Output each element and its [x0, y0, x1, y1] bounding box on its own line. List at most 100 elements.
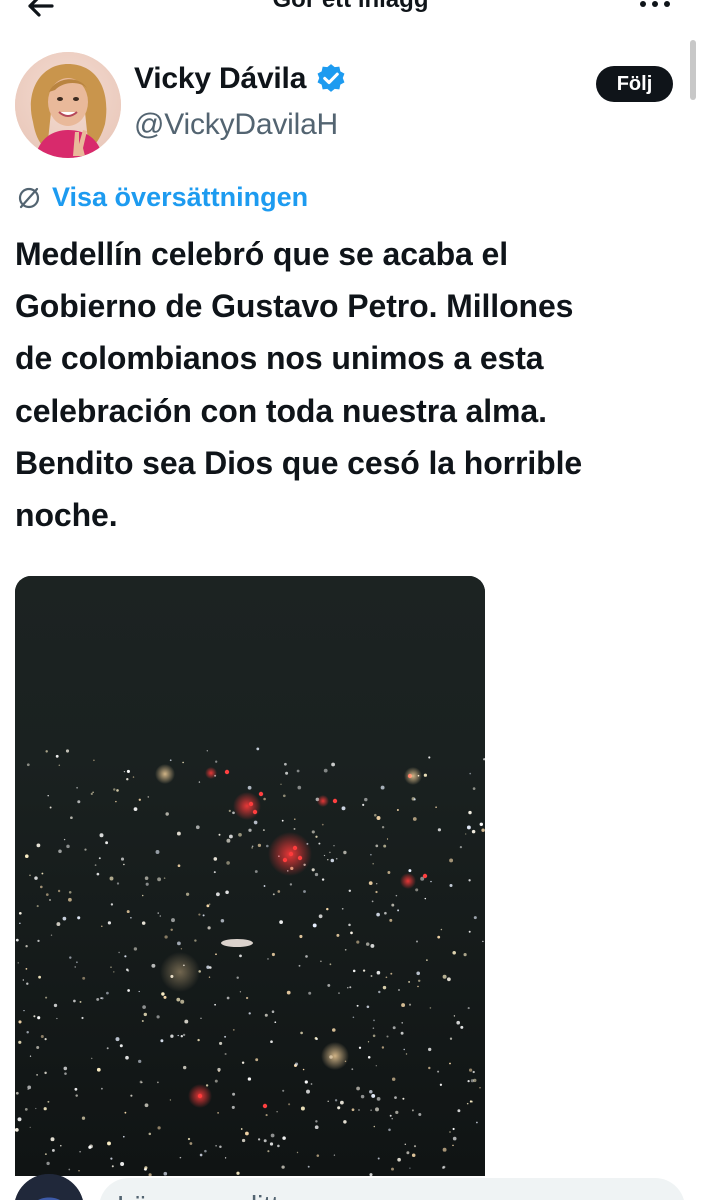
city-light: [333, 1154, 336, 1156]
city-light: [405, 1053, 408, 1055]
city-light: [37, 1016, 41, 1020]
city-light: [36, 1046, 40, 1049]
city-light: [384, 911, 387, 915]
author-avatar[interactable]: [15, 52, 121, 158]
city-light: [408, 980, 411, 983]
city-light: [101, 925, 103, 928]
city-light: [468, 879, 471, 882]
city-light: [101, 1087, 103, 1090]
city-light: [247, 785, 252, 790]
city-light: [49, 806, 52, 809]
city-light: [459, 845, 463, 849]
city-light: [231, 1105, 235, 1109]
city-light: [423, 773, 428, 777]
city-light: [329, 963, 332, 966]
city-light: [276, 1111, 278, 1113]
city-light: [395, 1110, 399, 1115]
city-light: [315, 1037, 318, 1041]
city-light: [47, 1100, 50, 1103]
city-light: [270, 1133, 275, 1138]
city-light: [365, 942, 370, 946]
city-light: [118, 951, 120, 954]
city-light: [472, 1070, 475, 1074]
city-light: [220, 919, 225, 923]
city-light: [253, 820, 258, 825]
city-light: [133, 807, 138, 811]
city-light: [288, 1103, 291, 1106]
city-light: [171, 918, 175, 923]
tweet-line: noche.: [15, 497, 118, 534]
translate-link-row[interactable]: Visa översättningen: [16, 182, 308, 213]
city-light: [138, 990, 140, 993]
city-light: [40, 1035, 44, 1038]
city-light: [248, 828, 252, 832]
city-light: [169, 1099, 172, 1101]
city-light: [226, 861, 230, 865]
city-light: [147, 796, 150, 798]
city-light: [115, 800, 117, 803]
city-light: [144, 876, 149, 880]
city-light: [232, 1092, 236, 1096]
show-translation-link[interactable]: Visa översättningen: [52, 182, 308, 213]
city-light: [479, 1087, 481, 1089]
city-light: [209, 903, 211, 905]
top-bar: Gör ett inlägg: [0, 0, 701, 30]
city-light: [358, 1109, 360, 1111]
city-light: [123, 863, 125, 866]
city-light: [15, 938, 19, 942]
city-light: [26, 1030, 29, 1034]
city-light: [170, 1034, 174, 1038]
city-light: [241, 1138, 246, 1143]
city-light: [187, 1137, 191, 1141]
city-light: [271, 952, 275, 957]
scrollbar[interactable]: [690, 40, 696, 100]
tweet-line: celebración con toda nuestra alma.: [15, 392, 547, 429]
city-light: [306, 1089, 310, 1094]
city-light: [248, 1012, 251, 1015]
city-light: [467, 1079, 470, 1083]
city-light: [29, 1055, 32, 1057]
follow-button[interactable]: Följ: [596, 66, 673, 102]
city-light: [56, 922, 61, 927]
city-light: [467, 1007, 470, 1010]
author-display-name[interactable]: Vicky Dávila: [134, 62, 306, 96]
city-light: [35, 1107, 37, 1110]
city-light: [265, 1114, 268, 1117]
current-user-avatar[interactable]: [14, 1174, 84, 1200]
reply-input[interactable]: Lägg upp ditt svar: [99, 1178, 685, 1200]
city-light: [126, 778, 129, 781]
city-light: [41, 872, 44, 875]
city-light: [180, 999, 185, 1004]
city-light: [358, 1046, 362, 1049]
city-light: [284, 762, 287, 766]
city-light: [343, 850, 347, 855]
city-light: [17, 962, 19, 964]
city-light: [68, 891, 72, 894]
city-light: [396, 808, 399, 812]
firework-spark: [262, 1103, 268, 1109]
city-light: [257, 1138, 261, 1141]
city-light: [157, 912, 159, 914]
author-name-row[interactable]: Vicky Dávila: [134, 62, 348, 96]
city-light: [64, 1072, 67, 1075]
city-light: [331, 762, 336, 767]
city-light: [449, 1037, 453, 1040]
city-light: [364, 797, 368, 802]
city-light: [106, 991, 109, 995]
city-light: [47, 794, 49, 797]
city-light: [323, 768, 328, 773]
city-light: [239, 991, 242, 993]
city-light: [163, 877, 166, 879]
city-light: [341, 806, 346, 811]
city-light: [411, 1153, 416, 1158]
tweet-media-video[interactable]: [15, 576, 485, 1176]
city-light: [426, 959, 428, 961]
city-light: [356, 1086, 360, 1091]
more-options-button[interactable]: [635, 0, 675, 12]
city-light: [264, 1013, 268, 1017]
city-light: [347, 987, 349, 989]
city-light: [382, 985, 387, 990]
city-light: [293, 827, 296, 830]
city-light: [144, 1103, 149, 1108]
author-handle[interactable]: @VickyDavilaH: [134, 108, 338, 142]
